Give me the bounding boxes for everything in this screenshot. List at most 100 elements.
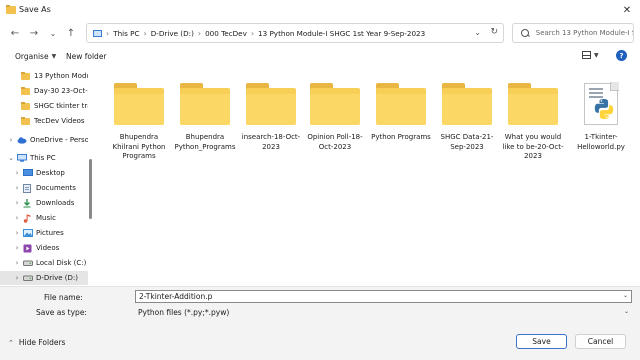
sidebar-item-d-drive-d[interactable]: › D-Drive (D:): [0, 271, 88, 285]
folder-icon: [442, 83, 492, 125]
organise-button[interactable]: Organise ▼: [15, 52, 56, 61]
hide-folders-button[interactable]: ⌃ Hide Folders: [8, 338, 65, 347]
hide-folders-label: Hide Folders: [18, 338, 66, 347]
folder-item[interactable]: Python Programs: [370, 75, 432, 175]
chevron-right-icon[interactable]: ›: [7, 136, 15, 144]
breadcrumb-tecdev[interactable]: 000 TecDev: [205, 29, 247, 38]
videos-icon: [23, 244, 32, 253]
item-name: Bhupendra Python_Programs: [174, 133, 236, 151]
navigation-pane: 13 Python Modu Day-30 23-Oct-2 SHGC tkinte…: [0, 67, 92, 285]
sidebar-item-this-pc[interactable]: ⌄ This PC: [0, 151, 88, 165]
address-row: ← → ⌄ ↑ › This PC › D-Drive (D:) › 000 T…: [0, 20, 640, 46]
item-name: Python Programs: [371, 133, 431, 141]
navigation-pane-scrollbar[interactable]: [88, 67, 92, 285]
sidebar-item-13-python-modu[interactable]: 13 Python Modu: [0, 69, 88, 83]
organise-label: Organise: [15, 52, 49, 61]
up-arrow-icon[interactable]: ↑: [64, 26, 78, 40]
sidebar-item-documents[interactable]: › Documents: [0, 181, 88, 195]
file-name-label: File name:: [44, 293, 83, 302]
chevron-right-icon[interactable]: ›: [13, 259, 21, 267]
folder-icon: [246, 83, 296, 125]
sidebar-item-label: This PC: [30, 154, 56, 162]
view-options-button[interactable]: ▼: [582, 51, 599, 59]
file-view: Bhupendra Khilrani Python Programs Bhupen…: [96, 67, 640, 285]
breadcrumb-separator: ›: [250, 28, 255, 38]
chevron-right-icon[interactable]: ›: [13, 199, 21, 207]
file-name-input[interactable]: [136, 292, 631, 301]
folder-icon: [21, 72, 30, 80]
sidebar-item-label: D-Drive (D:): [36, 274, 79, 282]
breadcrumb-python-module[interactable]: 13 Python Module-I SHGC 1st Year 9-Sep-2…: [258, 29, 425, 38]
toolbar: Organise ▼ New folder ▼ ?: [0, 47, 640, 67]
item-name: Bhupendra Khilrani Python Programs: [112, 133, 166, 160]
refresh-icon[interactable]: ↻: [490, 27, 498, 37]
sidebar-item-desktop[interactable]: › Desktop: [0, 166, 88, 180]
address-bar[interactable]: › This PC › D-Drive (D:) › 000 TecDev › …: [86, 23, 504, 43]
chevron-right-icon[interactable]: ›: [13, 229, 21, 237]
sidebar-item-label: Documents: [36, 184, 76, 192]
chevron-right-icon[interactable]: ›: [13, 274, 21, 282]
folder-icon: [21, 87, 30, 95]
save-as-type-value: Python files (*.py;*.pyw): [138, 308, 230, 317]
close-icon[interactable]: ✕: [620, 3, 634, 17]
folder-item[interactable]: insearch-18-Oct-2023: [240, 75, 302, 175]
chevron-down-icon[interactable]: ⌄: [623, 292, 628, 299]
item-name: 1-Tkinter-Helloworld.py: [577, 133, 625, 151]
chevron-right-icon[interactable]: ›: [13, 169, 21, 177]
search-input[interactable]: [535, 29, 633, 37]
sidebar-item-music[interactable]: › Music: [0, 211, 88, 225]
save-form-panel: File name: ⌄ Save as type: Python files …: [0, 286, 640, 360]
breadcrumb-separator: ›: [106, 28, 110, 38]
sidebar-item-local-disk-c[interactable]: › Local Disk (C:): [0, 256, 88, 270]
folder-icon: [114, 83, 164, 125]
chevron-right-icon[interactable]: ›: [13, 214, 21, 222]
sidebar-item-onedrive-person[interactable]: › OneDrive - Person: [0, 133, 88, 147]
file-name-field[interactable]: ⌄: [135, 290, 632, 303]
sidebar-item-label: OneDrive - Person: [30, 136, 88, 144]
disk-icon: [23, 259, 33, 267]
search-icon: [521, 28, 530, 38]
folder-icon: [508, 83, 558, 125]
file-item[interactable]: 1-Tkinter-Helloworld.py: [570, 75, 632, 175]
folder-item[interactable]: Bhupendra Khilrani Python Programs: [108, 75, 170, 175]
sidebar-item-label: Videos: [36, 244, 60, 252]
recent-locations-chevron-icon[interactable]: ⌄: [46, 26, 60, 40]
back-arrow-icon[interactable]: ←: [8, 26, 22, 40]
search-box[interactable]: [512, 23, 634, 43]
chevron-up-icon: ⌃: [8, 338, 14, 347]
sidebar-item-shgc-tkinter-tra[interactable]: SHGC tkinter tra: [0, 99, 88, 113]
folder-item[interactable]: SHGC Data-21-Sep-2023: [436, 75, 498, 175]
chevron-down-icon[interactable]: ⌄: [7, 154, 15, 162]
chevron-down-icon: ⌄: [623, 308, 629, 315]
window-title: Save As: [19, 5, 51, 14]
sidebar-item-downloads[interactable]: › Downloads: [0, 196, 88, 210]
save-as-type-label: Save as type:: [36, 308, 87, 317]
sidebar-item-pictures[interactable]: › Pictures: [0, 226, 88, 240]
scrollbar-thumb[interactable]: [88, 159, 92, 219]
folder-icon: [180, 83, 230, 125]
item-name: What you would like to be-20-Oct-2023: [502, 133, 564, 160]
pc-icon: [17, 154, 27, 162]
save-as-type-select[interactable]: Python files (*.py;*.pyw) ⌄: [135, 306, 632, 319]
sidebar-item-label: Local Disk (C:): [36, 259, 87, 267]
new-folder-button[interactable]: New folder: [66, 52, 107, 61]
folder-item[interactable]: What you would like to be-20-Oct-2023: [502, 75, 564, 175]
sidebar-item-videos[interactable]: › Videos: [0, 241, 88, 255]
breadcrumb-d-drive[interactable]: D-Drive (D:): [151, 29, 194, 38]
folder-item[interactable]: Opinion Poll-18-Oct-2023: [304, 75, 366, 175]
chevron-right-icon[interactable]: ›: [13, 184, 21, 192]
forward-arrow-icon[interactable]: →: [27, 26, 41, 40]
breadcrumb-this-pc[interactable]: This PC: [113, 29, 139, 38]
folder-item[interactable]: Bhupendra Python_Programs: [174, 75, 236, 175]
address-dropdown-chevron-icon[interactable]: ⌄: [474, 28, 481, 37]
chevron-right-icon[interactable]: ›: [13, 244, 21, 252]
sidebar-item-label: Pictures: [36, 229, 64, 237]
sidebar-item-tecdev-videos[interactable]: TecDev Videos: [0, 114, 88, 128]
sidebar-item-day-30-23-oct-2[interactable]: Day-30 23-Oct-2: [0, 84, 88, 98]
help-icon[interactable]: ?: [616, 50, 627, 61]
title-bar: Save As ✕: [0, 0, 640, 20]
item-name: SHGC Data-21-Sep-2023: [440, 133, 494, 151]
cancel-button[interactable]: Cancel: [575, 334, 626, 349]
save-button[interactable]: Save: [516, 334, 567, 349]
sidebar-item-label: Music: [36, 214, 56, 222]
